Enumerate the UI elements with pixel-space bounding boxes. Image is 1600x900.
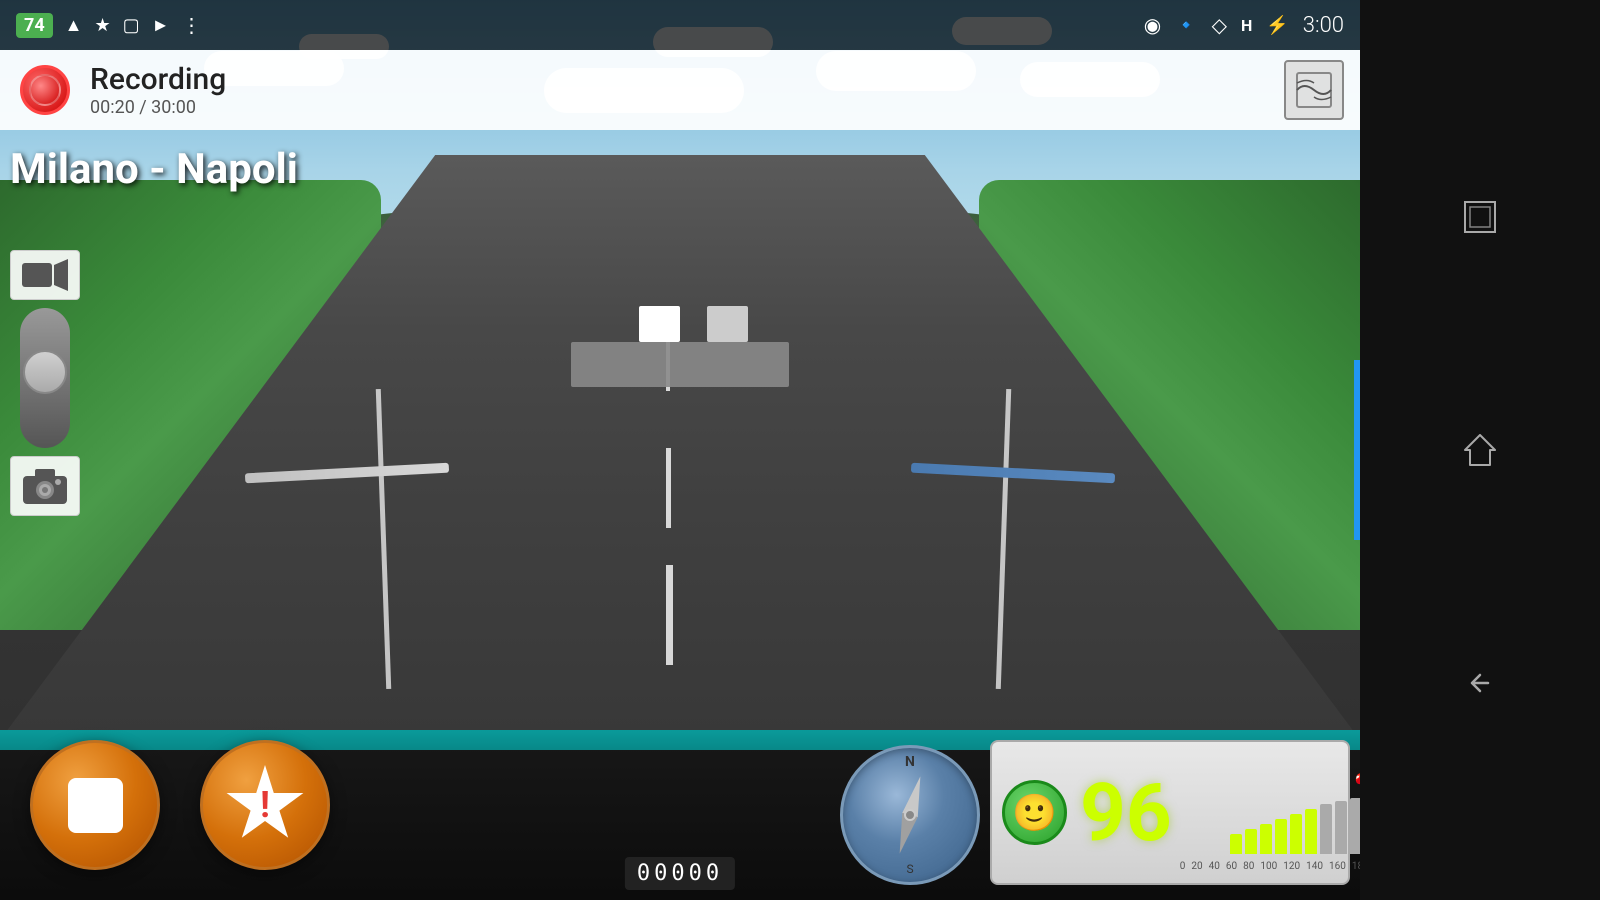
- video-record-button[interactable]: [10, 250, 80, 300]
- bridge: [571, 342, 789, 387]
- battery-level: 74: [16, 13, 53, 38]
- video-camera-icon: [20, 257, 70, 293]
- stop-icon: [68, 778, 123, 833]
- bluetooth-status-icon: 🔹: [1175, 15, 1197, 36]
- odometer: 00000: [625, 857, 735, 890]
- bluetooth-icon: ★: [94, 15, 110, 36]
- stop-button[interactable]: [30, 740, 160, 870]
- location-icon: ◉: [1144, 13, 1161, 37]
- slider-thumb: [23, 350, 67, 394]
- compass-center: [904, 809, 916, 821]
- compass-north-label: N: [905, 754, 915, 770]
- truck-1: [639, 306, 680, 342]
- car-icon: 🚗: [1354, 754, 1360, 789]
- photo-icon: ▢: [123, 15, 140, 36]
- status-left: 74 ▲ ★ ▢ ► ⋮: [16, 13, 201, 38]
- recording-time: 00:20 / 30:00: [90, 97, 226, 118]
- speed-bar-80: [1290, 814, 1302, 854]
- left-controls: [10, 250, 80, 516]
- exclamation-mark: !: [260, 787, 270, 823]
- time-display: 3:00: [1303, 13, 1344, 38]
- alert-star-icon: !: [225, 765, 305, 845]
- speed-bar-chart: [1230, 794, 1360, 854]
- speed-panel: 🙂 96 🚗 0: [990, 740, 1350, 885]
- compass-face: N S: [840, 745, 980, 885]
- speed-bar-160: [1350, 798, 1360, 854]
- recording-title: Recording: [90, 62, 226, 97]
- recording-bar: Recording 00:20 / 30:00: [0, 50, 1360, 130]
- alert-button[interactable]: !: [200, 740, 330, 870]
- menu-icon: ⋮: [181, 13, 201, 37]
- navigation-icon: ▲: [65, 15, 83, 36]
- speed-bar-60: [1275, 819, 1287, 854]
- smiley-indicator: 🙂: [1002, 780, 1067, 845]
- speed-bar-40: [1260, 824, 1272, 854]
- recent-apps-button[interactable]: [1450, 187, 1510, 247]
- map-button[interactable]: [1284, 60, 1344, 120]
- road-dash-2: [666, 448, 671, 528]
- compass-south-label: S: [906, 862, 913, 876]
- status-bar: 74 ▲ ★ ▢ ► ⋮ ◉ 🔹 ◇ H ⚡ 3:00: [0, 0, 1360, 50]
- truck-2: [707, 306, 748, 342]
- speed-right-panel: 🚗 0 20 40: [1180, 754, 1360, 872]
- route-label: Milano - Napoli: [10, 145, 298, 194]
- speed-bar-20: [1245, 829, 1257, 854]
- road-dash-3: [666, 565, 673, 665]
- back-button[interactable]: [1450, 653, 1510, 713]
- photo-capture-button[interactable]: [10, 456, 80, 516]
- status-right: ◉ 🔹 ◇ H ⚡ 3:00: [1144, 13, 1344, 38]
- speed-bar-140: [1335, 801, 1347, 854]
- map-icon: [1294, 70, 1334, 110]
- right-lane: [996, 389, 1011, 689]
- speed-bar-0: [1230, 834, 1242, 854]
- left-lane: [376, 389, 391, 689]
- diamond-icon: ◇: [1212, 13, 1227, 37]
- speed-value: 96: [1080, 773, 1172, 853]
- recording-indicator: [20, 65, 70, 115]
- battery-charging-icon: ⚡: [1266, 15, 1288, 36]
- home-button[interactable]: [1450, 420, 1510, 480]
- blue-accent-bar: [1354, 360, 1360, 540]
- h-signal-icon: H: [1241, 16, 1252, 35]
- camera-icon: [20, 464, 70, 508]
- bottom-dashboard: ! 00000 N S 🙂 96 🚗: [0, 730, 1360, 900]
- speed-bar-100: [1305, 809, 1317, 854]
- android-nav-bar: [1360, 0, 1600, 900]
- zoom-slider[interactable]: [20, 308, 70, 448]
- recording-info: Recording 00:20 / 30:00: [90, 62, 226, 118]
- video-icon: ►: [152, 15, 170, 36]
- speed-bar-120: [1320, 804, 1332, 854]
- speed-labels: 0 20 40 60 80 100 120 140 160 180 200: [1180, 861, 1360, 872]
- compass: N S: [840, 745, 980, 885]
